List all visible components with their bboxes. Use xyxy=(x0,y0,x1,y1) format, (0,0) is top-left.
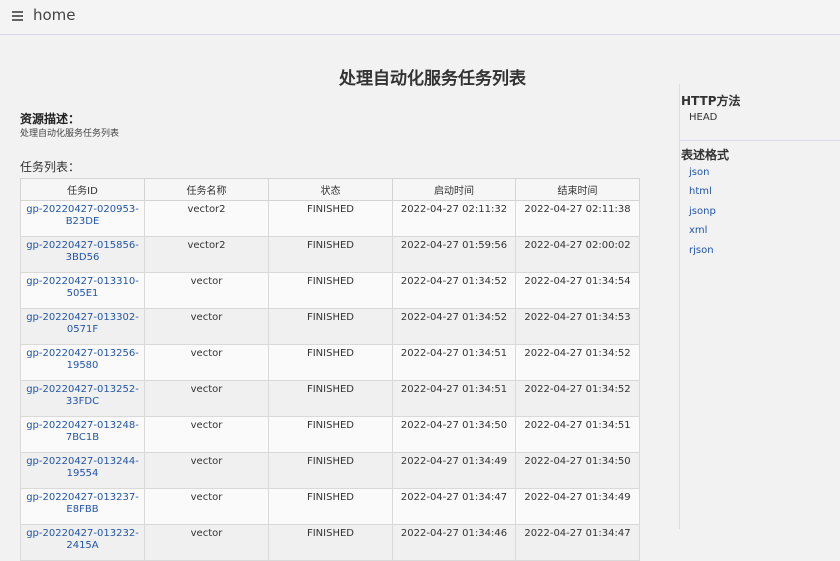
task-status-cell: FINISHED xyxy=(268,236,393,273)
task-end-time-cell: 2022-04-27 01:34:50 xyxy=(515,452,640,489)
table-row: gp-20220427-013232-2415A vector FINISHED… xyxy=(20,524,640,561)
format-list: json html jsonp xml rjson xyxy=(689,167,716,264)
resource-description-label: 资源描述： xyxy=(20,112,81,126)
table-row: gp-20220427-013237-E8FBB vector FINISHED… xyxy=(20,488,640,525)
table-row: gp-20220427-020953-B23DE vector2 FINISHE… xyxy=(20,200,640,237)
task-end-time-cell: 2022-04-27 01:34:51 xyxy=(515,416,640,453)
format-item: json xyxy=(689,167,716,186)
task-id-cell: gp-20220427-013248-7BC1B xyxy=(20,416,145,453)
format-item: xml xyxy=(689,225,716,244)
home-title[interactable]: home xyxy=(33,6,76,24)
task-status-cell: FINISHED xyxy=(268,272,393,309)
format-item: html xyxy=(689,186,716,205)
top-bar: home xyxy=(0,0,840,35)
task-status-cell: FINISHED xyxy=(268,452,393,489)
task-status-cell: FINISHED xyxy=(268,200,393,237)
task-id-cell: gp-20220427-020953-B23DE xyxy=(20,200,145,237)
format-link-html[interactable]: html xyxy=(689,186,712,197)
task-end-time-cell: 2022-04-27 01:34:49 xyxy=(515,488,640,525)
format-item: jsonp xyxy=(689,206,716,225)
task-start-time-cell: 2022-04-27 01:34:50 xyxy=(392,416,516,453)
task-name-cell: vector xyxy=(144,344,269,381)
task-list-label: 任务列表： xyxy=(20,160,81,174)
task-id-link[interactable]: gp-20220427-013244-19554 xyxy=(26,456,139,479)
task-name-cell: vector xyxy=(144,452,269,489)
table-row: gp-20220427-013248-7BC1B vector FINISHED… xyxy=(20,416,640,453)
task-status-cell: FINISHED xyxy=(268,524,393,561)
task-id-link[interactable]: gp-20220427-013310-505E1 xyxy=(26,276,139,299)
task-start-time-cell: 2022-04-27 01:59:56 xyxy=(392,236,516,273)
task-start-time-cell: 2022-04-27 02:11:32 xyxy=(392,200,516,237)
task-start-time-cell: 2022-04-27 01:34:52 xyxy=(392,308,516,345)
task-id-link[interactable]: gp-20220427-013252-33FDC xyxy=(26,384,139,407)
task-end-time-cell: 2022-04-27 01:34:53 xyxy=(515,308,640,345)
task-id-cell: gp-20220427-013252-33FDC xyxy=(20,380,145,417)
task-status-cell: FINISHED xyxy=(268,488,393,525)
task-status-cell: FINISHED xyxy=(268,380,393,417)
task-name-cell: vector xyxy=(144,380,269,417)
format-link-json[interactable]: json xyxy=(689,167,709,178)
task-name-cell: vector xyxy=(144,416,269,453)
column-header-status: 状态 xyxy=(268,178,393,201)
column-header-task-name: 任务名称 xyxy=(144,178,269,201)
sidebar-divider xyxy=(680,140,840,141)
task-start-time-cell: 2022-04-27 01:34:47 xyxy=(392,488,516,525)
task-id-cell: gp-20220427-013244-19554 xyxy=(20,452,145,489)
format-heading: 表述格式 xyxy=(681,148,730,162)
task-id-cell: gp-20220427-015856-3BD56 xyxy=(20,236,145,273)
task-name-cell: vector xyxy=(144,272,269,309)
format-link-jsonp[interactable]: jsonp xyxy=(689,206,716,217)
task-start-time-cell: 2022-04-27 01:34:51 xyxy=(392,380,516,417)
column-header-end-time: 结束时间 xyxy=(515,178,640,201)
task-start-time-cell: 2022-04-27 01:34:49 xyxy=(392,452,516,489)
resource-description-text: 处理自动化服务任务列表 xyxy=(20,129,120,139)
task-name-cell: vector xyxy=(144,524,269,561)
task-end-time-cell: 2022-04-27 02:11:38 xyxy=(515,200,640,237)
table-row: gp-20220427-013310-505E1 vector FINISHED… xyxy=(20,272,640,309)
task-start-time-cell: 2022-04-27 01:34:52 xyxy=(392,272,516,309)
task-status-cell: FINISHED xyxy=(268,344,393,381)
task-id-cell: gp-20220427-013310-505E1 xyxy=(20,272,145,309)
task-name-cell: vector xyxy=(144,488,269,525)
table-row: gp-20220427-013302-0571F vector FINISHED… xyxy=(20,308,640,345)
task-id-link[interactable]: gp-20220427-013248-7BC1B xyxy=(26,420,139,443)
table-header-row: 任务ID 任务名称 状态 启动时间 结束时间 xyxy=(20,178,640,201)
table-row: gp-20220427-015856-3BD56 vector2 FINISHE… xyxy=(20,236,640,273)
task-end-time-cell: 2022-04-27 02:00:02 xyxy=(515,236,640,273)
hamburger-menu-icon[interactable] xyxy=(12,11,23,21)
task-status-cell: FINISHED xyxy=(268,308,393,345)
task-id-link[interactable]: gp-20220427-013256-19580 xyxy=(26,348,139,371)
task-end-time-cell: 2022-04-27 01:34:52 xyxy=(515,380,640,417)
task-id-cell: gp-20220427-013256-19580 xyxy=(20,344,145,381)
format-item: rjson xyxy=(689,245,716,264)
task-id-cell: gp-20220427-013232-2415A xyxy=(20,524,145,561)
task-id-link[interactable]: gp-20220427-013237-E8FBB xyxy=(26,492,139,515)
task-end-time-cell: 2022-04-27 01:34:54 xyxy=(515,272,640,309)
sidebar: HTTP方法 HEAD 表述格式 json html jsonp xml rjs… xyxy=(679,84,840,529)
task-id-link[interactable]: gp-20220427-013232-2415A xyxy=(26,528,139,551)
task-status-cell: FINISHED xyxy=(268,416,393,453)
task-id-link[interactable]: gp-20220427-013302-0571F xyxy=(26,312,139,335)
http-method-heading: HTTP方法 xyxy=(681,94,741,108)
format-link-xml[interactable]: xml xyxy=(689,225,707,236)
task-id-cell: gp-20220427-013237-E8FBB xyxy=(20,488,145,525)
task-id-cell: gp-20220427-013302-0571F xyxy=(20,308,145,345)
task-start-time-cell: 2022-04-27 01:34:46 xyxy=(392,524,516,561)
task-name-cell: vector2 xyxy=(144,236,269,273)
format-link-rjson[interactable]: rjson xyxy=(689,245,714,256)
table-row: gp-20220427-013256-19580 vector FINISHED… xyxy=(20,344,640,381)
task-name-cell: vector2 xyxy=(144,200,269,237)
task-id-link[interactable]: gp-20220427-020953-B23DE xyxy=(26,204,139,227)
table-row: gp-20220427-013244-19554 vector FINISHED… xyxy=(20,452,640,489)
task-table: 任务ID 任务名称 状态 启动时间 结束时间 gp-20220427-02095… xyxy=(20,178,640,561)
task-end-time-cell: 2022-04-27 01:34:52 xyxy=(515,344,640,381)
task-end-time-cell: 2022-04-27 01:34:47 xyxy=(515,524,640,561)
column-header-task-id: 任务ID xyxy=(20,178,145,201)
http-method-value: HEAD xyxy=(689,112,718,123)
task-id-link[interactable]: gp-20220427-015856-3BD56 xyxy=(26,240,139,263)
table-row: gp-20220427-013252-33FDC vector FINISHED… xyxy=(20,380,640,417)
column-header-start-time: 启动时间 xyxy=(392,178,516,201)
task-start-time-cell: 2022-04-27 01:34:51 xyxy=(392,344,516,381)
task-name-cell: vector xyxy=(144,308,269,345)
